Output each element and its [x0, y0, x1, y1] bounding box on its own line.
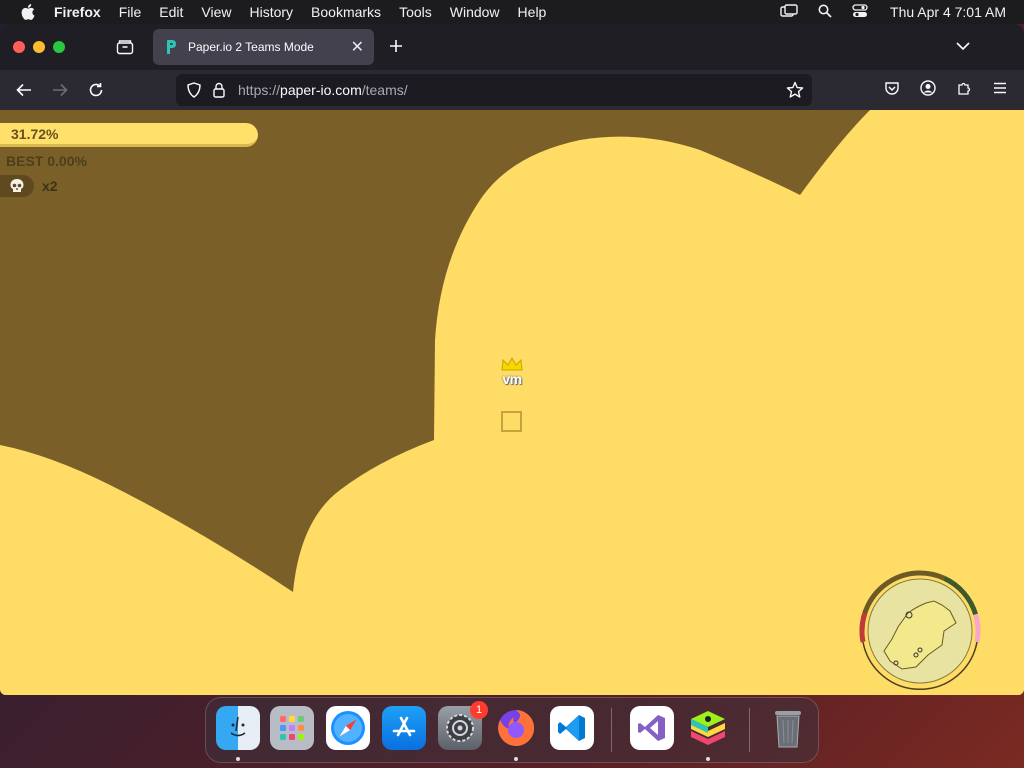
system-settings-icon[interactable]: 1: [438, 701, 488, 750]
skull-icon: [0, 175, 34, 197]
fullscreen-window-button[interactable]: [53, 41, 65, 53]
bluestacks-running-dot: [706, 757, 710, 761]
menu-help[interactable]: Help: [518, 4, 547, 20]
back-arrow-icon[interactable]: [12, 78, 36, 102]
finder-running-dot: [236, 757, 240, 761]
vscode-icon[interactable]: [550, 706, 594, 750]
tab-bar: Paper.io 2 Teams Mode ✕: [0, 24, 1024, 70]
settings-notification-badge: 1: [470, 701, 488, 719]
new-tab-icon[interactable]: [386, 36, 406, 56]
firefox-icon[interactable]: [494, 706, 538, 750]
navigation-bar: https://paper-io.com/teams/: [0, 70, 1024, 110]
url-scheme: https://: [238, 82, 281, 98]
tab-close-icon[interactable]: ✕: [351, 37, 364, 57]
hamburger-menu-icon[interactable]: [990, 78, 1010, 98]
menu-edit[interactable]: Edit: [159, 4, 183, 20]
window-controls: [13, 41, 65, 53]
finder-icon[interactable]: [216, 706, 260, 750]
menu-clock[interactable]: Thu Apr 4 7:01 AM: [890, 4, 1006, 20]
firefox-running-dot: [514, 757, 518, 761]
url-path: /teams/: [361, 82, 408, 98]
minimap: [859, 570, 981, 691]
dock-separator: [749, 708, 750, 752]
lock-icon[interactable]: [212, 82, 228, 98]
forward-arrow-icon[interactable]: [48, 78, 72, 102]
account-icon[interactable]: [918, 78, 938, 98]
kills-count: x2: [42, 178, 58, 194]
player-name: vm: [502, 371, 522, 387]
firefox-view-icon[interactable]: [115, 37, 135, 57]
dock: 1: [205, 697, 819, 763]
menu-app-name[interactable]: Firefox: [54, 4, 101, 20]
control-center-icon[interactable]: [852, 3, 868, 21]
game-canvas[interactable]: 31.72% BEST 0.00% x2 vm: [0, 110, 1024, 695]
launchpad-icon[interactable]: [270, 706, 314, 750]
spotlight-search-icon[interactable]: [818, 4, 832, 21]
tab-paper-io[interactable]: Paper.io 2 Teams Mode ✕: [153, 29, 374, 65]
extensions-puzzle-icon[interactable]: [954, 78, 974, 98]
app-store-icon[interactable]: [382, 706, 426, 750]
menu-bar: Firefox File Edit View History Bookmarks…: [0, 0, 1024, 24]
minimize-window-button[interactable]: [33, 41, 45, 53]
menu-tools[interactable]: Tools: [399, 4, 432, 20]
crown-icon: [501, 356, 523, 371]
tab-title: Paper.io 2 Teams Mode: [188, 40, 314, 54]
best-score: BEST 0.00%: [6, 153, 87, 169]
menu-window[interactable]: Window: [450, 4, 500, 20]
url-text[interactable]: https://paper-io.com/teams/: [238, 82, 408, 98]
visual-studio-icon[interactable]: [630, 706, 674, 750]
territory-progress-bar: 31.72%: [0, 123, 258, 147]
bluestacks-icon[interactable]: [686, 706, 730, 750]
territory-percent: 31.72%: [11, 125, 59, 142]
player-square: [501, 411, 522, 432]
reload-icon[interactable]: [84, 78, 108, 102]
bookmark-star-icon[interactable]: [786, 81, 804, 99]
menu-view[interactable]: View: [201, 4, 231, 20]
player-label: vm: [496, 356, 528, 387]
safari-icon[interactable]: [326, 706, 370, 750]
menu-file[interactable]: File: [119, 4, 142, 20]
url-host: paper-io.com: [280, 82, 362, 98]
dock-separator: [611, 708, 612, 752]
url-bar[interactable]: https://paper-io.com/teams/: [176, 74, 812, 106]
menu-history[interactable]: History: [249, 4, 293, 20]
menu-bookmarks[interactable]: Bookmarks: [311, 4, 381, 20]
paper-io-favicon-icon: [163, 39, 179, 55]
kills-counter: x2: [0, 175, 58, 197]
list-all-tabs-chevron-down-icon[interactable]: [954, 37, 972, 55]
close-window-button[interactable]: [13, 41, 25, 53]
screen-mirroring-icon[interactable]: [780, 3, 798, 21]
pocket-icon[interactable]: [882, 78, 902, 98]
trash-icon[interactable]: [766, 706, 810, 750]
apple-menu-icon[interactable]: [18, 0, 38, 24]
browser-window: Paper.io 2 Teams Mode ✕ https://paper-io: [0, 24, 1024, 695]
tracking-protection-shield-icon[interactable]: [186, 82, 202, 98]
